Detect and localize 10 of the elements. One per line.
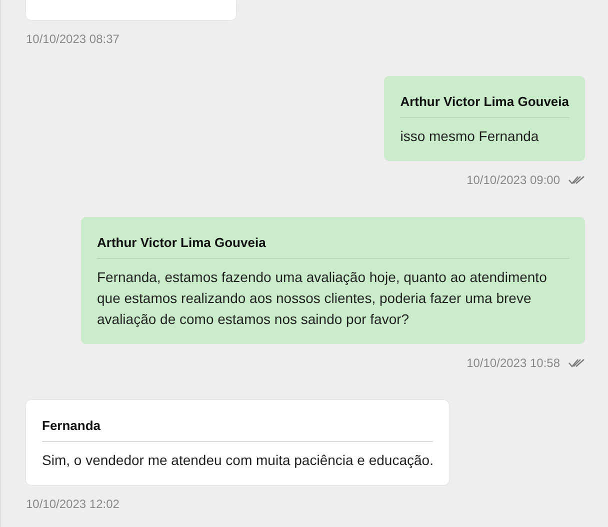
- message-time: 10/10/2023 08:37: [26, 32, 120, 46]
- message-time: 10/10/2023 12:02: [26, 497, 120, 511]
- message-text: isso mesmo Fernanda: [400, 127, 540, 146]
- message-time: 10/10/2023 09:00: [466, 173, 560, 187]
- message-time: 10/10/2023 10:58: [466, 356, 560, 370]
- sender-name: Arthur Victor Lima Gouveia: [400, 88, 569, 118]
- message-text: Fernanda, estamos fazendo uma avaliação hoje, quanto ao atendimento que estamos realizando aos nossos clientes, poderia fazer uma breve avaliação de como estamos nos saindo por favor?: [97, 268, 548, 329]
- message-text: Sim, o vendedor me atendeu com muita paciência e educação.: [42, 451, 434, 470]
- sender-name: Arthur Victor Lima Gouveia: [97, 229, 569, 259]
- sender-name: Fernanda: [42, 412, 434, 442]
